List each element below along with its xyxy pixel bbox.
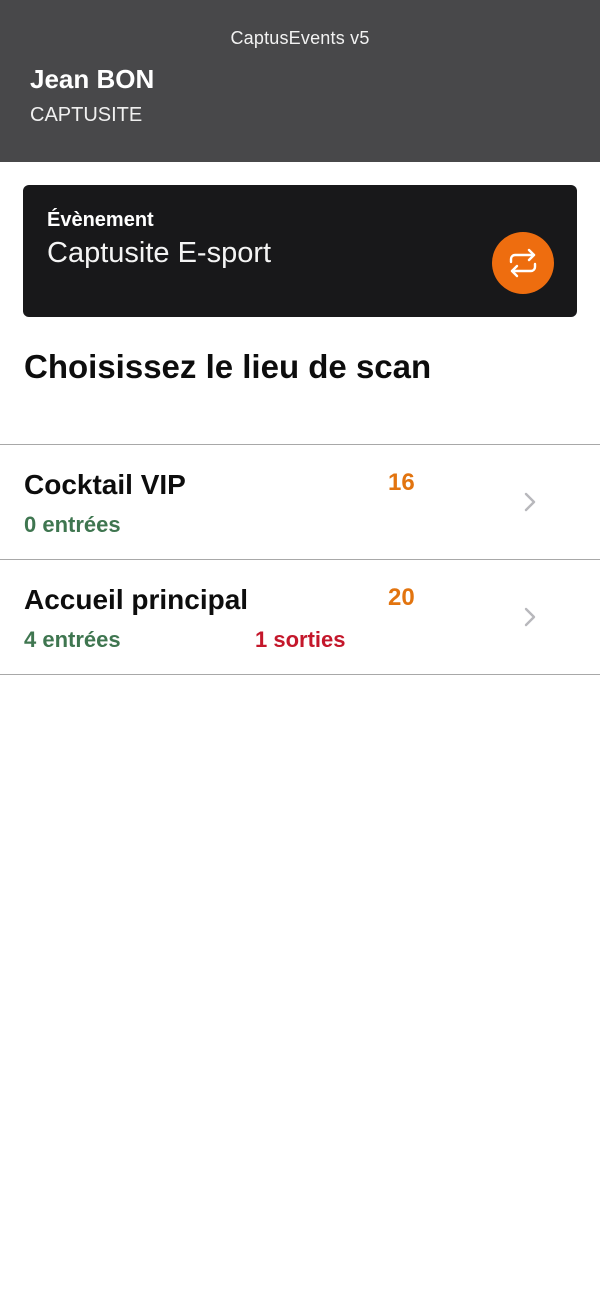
location-entries: 0 entrées	[24, 512, 121, 537]
location-list: Cocktail VIP 16 0 entrées Accueil princi…	[0, 444, 600, 675]
location-name: Accueil principal	[24, 584, 249, 615]
chevron-right-icon	[524, 607, 536, 627]
app-header: CaptusEvents v5 Jean BON CAPTUSITE	[0, 0, 600, 162]
location-count: 20	[388, 584, 415, 611]
location-count: 16	[388, 469, 415, 496]
event-name: Captusite E-sport	[47, 237, 272, 269]
event-label: Évènement	[47, 209, 154, 231]
location-item-accueil-principal[interactable]: Accueil principal 20 4 entrées 1 sorties	[0, 560, 600, 675]
event-card: Évènement Captusite E-sport	[23, 185, 577, 317]
chevron-right-icon	[524, 492, 536, 512]
user-name: Jean BON	[30, 64, 155, 94]
location-item-cocktail-vip[interactable]: Cocktail VIP 16 0 entrées	[0, 445, 600, 560]
location-entries: 4 entrées	[24, 627, 121, 652]
location-exits: 1 sorties	[255, 627, 346, 652]
app-title: CaptusEvents v5	[230, 28, 370, 48]
location-name: Cocktail VIP	[24, 469, 186, 500]
page-title: Choisissez le lieu de scan	[24, 348, 432, 385]
user-company: CAPTUSITE	[30, 104, 143, 126]
switch-event-button[interactable]	[492, 232, 554, 294]
swap-arrows-icon	[509, 248, 537, 278]
